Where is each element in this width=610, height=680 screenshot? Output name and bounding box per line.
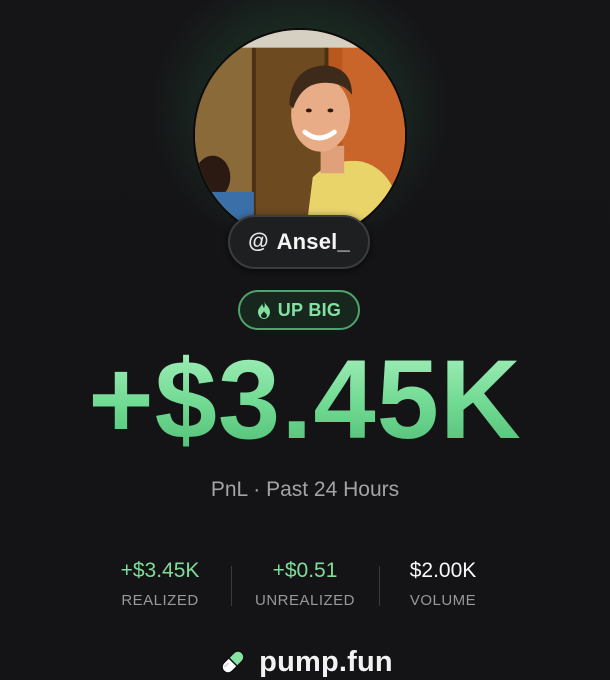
pill-icon <box>221 650 245 674</box>
up-big-badge: UP BIG <box>238 290 360 330</box>
badge-label: UP BIG <box>277 299 342 320</box>
stat-volume: $2.00K VOLUME <box>384 558 502 609</box>
volume-value: $2.00K <box>409 559 477 582</box>
brand-name: pump.fun <box>259 645 393 678</box>
pnl-subtitle: PnL · Past 24 Hours <box>210 478 400 501</box>
unrealized-value: +$0.51 <box>272 559 338 582</box>
realized-label: REALIZED <box>121 592 199 609</box>
pnl-value: +$3.45K <box>0 340 610 460</box>
stats-row: +$3.45K REALIZED +$0.51 UNREALIZED $2.00… <box>0 558 610 614</box>
stat-realized: +$3.45K REALIZED <box>100 558 220 609</box>
stat-divider <box>379 566 380 606</box>
pnl-card: @ Ansel_ UP BIG +$3.45K PnL · Past 24 Ho… <box>0 0 610 680</box>
realized-value: +$3.45K <box>120 559 200 582</box>
volume-label: VOLUME <box>409 592 477 609</box>
footer-brand: pump.fun <box>0 640 610 680</box>
unrealized-label: UNREALIZED <box>254 592 356 609</box>
flame-icon <box>257 301 270 319</box>
stat-unrealized: +$0.51 UNREALIZED <box>244 558 366 609</box>
avatar-photo <box>195 30 405 240</box>
username-pill: @ Ansel_ <box>228 215 370 269</box>
avatar <box>193 28 407 242</box>
stat-divider <box>231 566 232 606</box>
at-sign: @ <box>248 230 269 253</box>
username: Ansel_ <box>276 229 350 254</box>
